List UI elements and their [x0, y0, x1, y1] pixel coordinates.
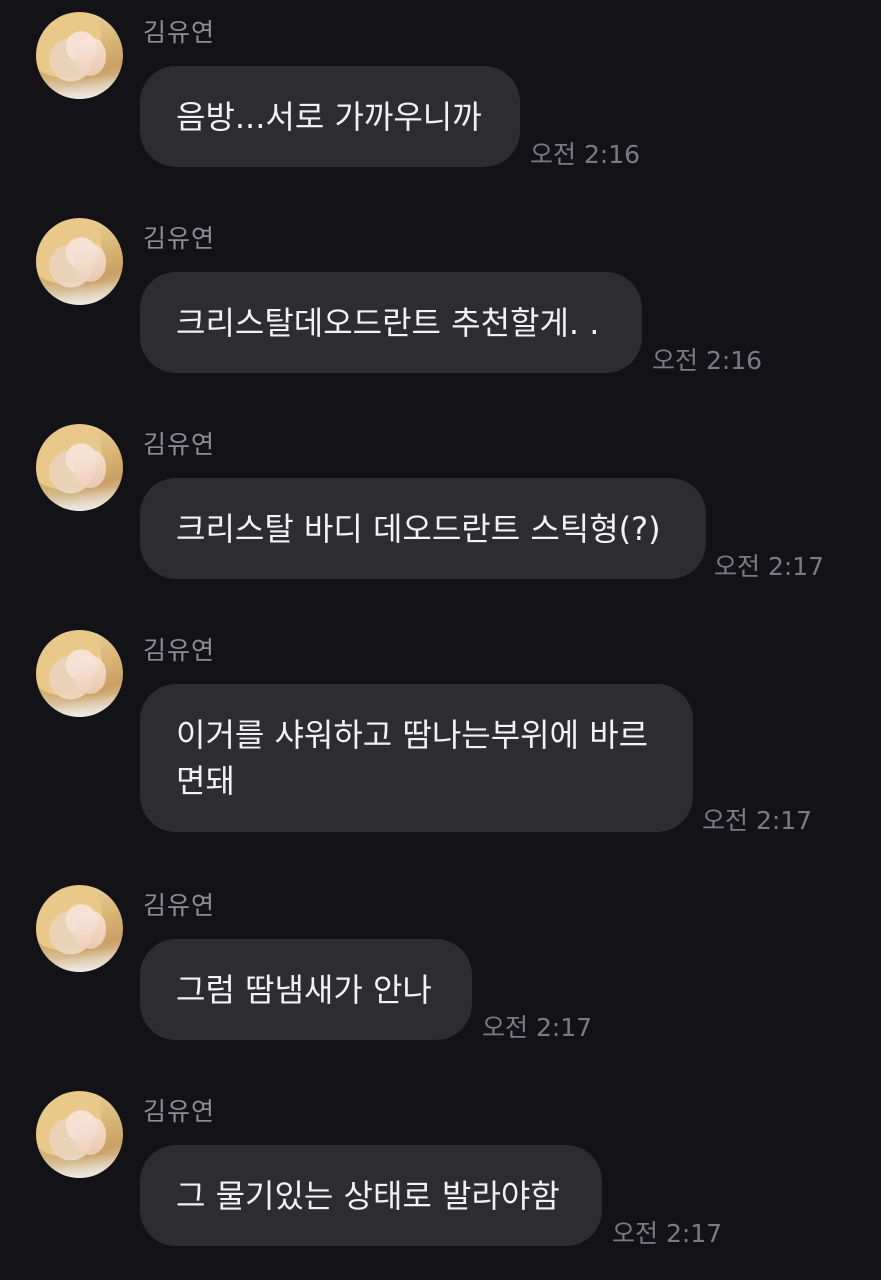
sender-name: 김유연 [143, 430, 216, 459]
sender-name: 김유연 [143, 636, 216, 665]
message-time: 오전 2:17 [702, 806, 813, 835]
message-time: 오전 2:16 [530, 140, 641, 169]
sender-avatar[interactable] [36, 12, 123, 99]
message-bubble[interactable]: 그럼 땀냄새가 안나 [140, 939, 472, 1040]
message-bubble[interactable]: 이거를 샤워하고 땀나는부위에 바르 면돼 [140, 684, 693, 832]
message-bubble[interactable]: 크리스탈데오드란트 추천할게. . [140, 272, 642, 373]
message-time: 오전 2:17 [714, 552, 825, 581]
message-bubble[interactable]: 크리스탈 바디 데오드란트 스틱형(?) [140, 478, 706, 579]
sender-avatar[interactable] [36, 218, 123, 305]
sender-avatar[interactable] [36, 630, 123, 717]
sender-avatar[interactable] [36, 1091, 123, 1178]
message-time: 오전 2:17 [612, 1219, 723, 1248]
sender-name: 김유연 [143, 1097, 216, 1126]
chat-message-list[interactable]: 김유연 음방...서로 가까우니까 오전 2:16 김유연 크리스탈데오드란트 … [0, 0, 881, 1280]
message-bubble[interactable]: 음방...서로 가까우니까 [140, 66, 520, 167]
sender-name: 김유연 [143, 18, 216, 47]
sender-avatar[interactable] [36, 424, 123, 511]
message-bubble[interactable]: 그 물기있는 상태로 발라야함 [140, 1145, 602, 1246]
sender-name: 김유연 [143, 891, 216, 920]
sender-name: 김유연 [143, 224, 216, 253]
message-time: 오전 2:16 [652, 346, 763, 375]
message-time: 오전 2:17 [482, 1013, 593, 1042]
sender-avatar[interactable] [36, 885, 123, 972]
